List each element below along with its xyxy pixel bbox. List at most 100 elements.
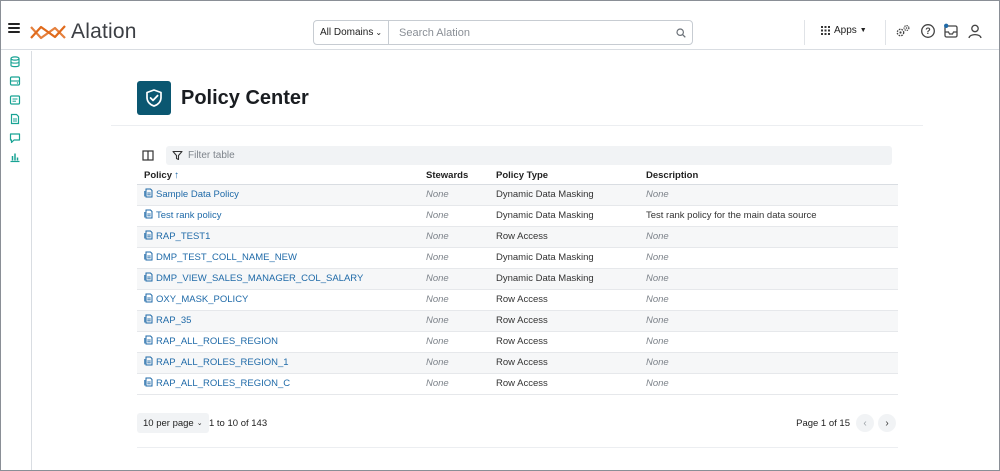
table-row[interactable]: RAP_TEST1 None Row Access None [137, 226, 898, 248]
top-navigation-bar: Alation All Domains ⌄ Apps ▼ [1, 1, 999, 50]
server-icon[interactable] [9, 74, 21, 86]
policy-shield-icon [137, 81, 171, 115]
per-page-label: 10 per page [143, 417, 194, 429]
description-cell: None [639, 247, 898, 269]
table-row[interactable]: RAP_ALL_ROLES_REGION_1 None Row Access None [137, 352, 898, 374]
page-header: Policy Center [137, 81, 309, 115]
chevron-down-icon: ⌄ [375, 28, 383, 37]
policy-document-icon [144, 251, 153, 264]
policy-document-icon [144, 188, 153, 201]
divider [885, 20, 886, 45]
policy-cell: Sample Data Policy [137, 184, 419, 206]
alation-logo[interactable]: Alation [29, 20, 137, 44]
filter-table-input[interactable] [188, 150, 488, 161]
per-page-selector[interactable]: 10 per page ⌄ [137, 413, 209, 433]
policy-link[interactable]: RAP_ALL_ROLES_REGION_C [156, 378, 290, 389]
policy-document-icon [144, 272, 153, 285]
policy-document-icon [144, 335, 153, 348]
domain-selector[interactable]: All Domains ⌄ [314, 21, 389, 44]
user-profile-icon[interactable] [967, 23, 983, 39]
search-input[interactable] [389, 22, 670, 43]
policy-cell: RAP_ALL_ROLES_REGION [137, 331, 419, 353]
apps-grid-icon [821, 26, 830, 35]
description-cell: None [639, 184, 898, 206]
table-row[interactable]: RAP_ALL_ROLES_REGION None Row Access None [137, 331, 898, 353]
policy-document-icon [144, 377, 153, 390]
table-row[interactable]: RAP_ALL_ROLES_REGION_C None Row Access None [137, 373, 898, 395]
menu-icon[interactable] [8, 23, 20, 35]
policy-link[interactable]: RAP_TEST1 [156, 231, 210, 242]
inbox-notification-icon[interactable] [943, 23, 959, 39]
table-toolbar [137, 146, 892, 165]
stewards-cell: None [419, 268, 489, 290]
column-header-policy[interactable]: Policy ↑ [137, 167, 419, 185]
table-row[interactable]: OXY_MASK_POLICY None Row Access None [137, 289, 898, 311]
policy-type-cell: Row Access [489, 289, 639, 311]
stewards-cell: None [419, 184, 489, 206]
divider [137, 447, 898, 448]
policy-document-icon [144, 209, 153, 222]
column-header-description[interactable]: Description [639, 167, 898, 185]
filter-box [166, 146, 892, 165]
policy-link[interactable]: Test rank policy [156, 210, 221, 221]
policy-table: Policy ↑ Stewards Policy Type Description… [137, 167, 898, 395]
policy-document-icon [144, 230, 153, 243]
stewards-cell: None [419, 331, 489, 353]
policy-document-icon [144, 293, 153, 306]
policy-cell: DMP_TEST_COLL_NAME_NEW [137, 247, 419, 269]
settings-gears-icon[interactable] [895, 23, 911, 39]
page-indicator: Page 1 of 15 [796, 418, 850, 429]
stewards-cell: None [419, 289, 489, 311]
policy-link[interactable]: OXY_MASK_POLICY [156, 294, 248, 305]
apps-label: Apps [834, 25, 857, 36]
catalog-icon[interactable] [9, 93, 21, 105]
policy-link[interactable]: RAP_ALL_ROLES_REGION [156, 336, 278, 347]
column-toggle-button[interactable] [137, 146, 159, 165]
policy-document-icon [144, 314, 153, 327]
policy-cell: RAP_ALL_ROLES_REGION_1 [137, 352, 419, 374]
column-header-policy-type[interactable]: Policy Type [489, 167, 639, 185]
svg-text:?: ? [925, 26, 931, 36]
description-cell: None [639, 331, 898, 353]
document-icon[interactable] [9, 112, 21, 125]
description-cell: None [639, 352, 898, 374]
policy-link[interactable]: Sample Data Policy [156, 189, 239, 200]
logo-text: Alation [71, 20, 137, 43]
next-page-button[interactable]: › [878, 414, 896, 432]
search-icon[interactable] [670, 27, 692, 38]
policy-type-cell: Row Access [489, 331, 639, 353]
policy-type-cell: Dynamic Data Masking [489, 184, 639, 206]
table-row[interactable]: DMP_TEST_COLL_NAME_NEW None Dynamic Data M… [137, 247, 898, 269]
app-window: Alation All Domains ⌄ Apps ▼ [0, 0, 1000, 471]
filter-icon [172, 150, 183, 161]
description-cell: None [639, 310, 898, 332]
table-row[interactable]: DMP_VIEW_SALES_MANAGER_COL_SALARY None Dyn… [137, 268, 898, 290]
chart-icon[interactable] [9, 150, 21, 163]
stewards-cell: None [419, 247, 489, 269]
table-row[interactable]: Test rank policy None Dynamic Data Masking… [137, 205, 898, 227]
description-cell: None [639, 373, 898, 395]
policy-link[interactable]: RAP_35 [156, 315, 191, 326]
description-cell: None [639, 289, 898, 311]
policy-cell: DMP_VIEW_SALES_MANAGER_COL_SALARY [137, 268, 419, 290]
table-body: Sample Data Policy None Dynamic Data Maski… [137, 184, 898, 395]
table-header-row: Policy ↑ Stewards Policy Type Description [137, 167, 898, 185]
previous-page-button[interactable]: ‹ [856, 414, 874, 432]
help-icon[interactable]: ? [920, 23, 936, 39]
database-icon[interactable] [9, 55, 21, 68]
sort-ascending-icon[interactable]: ↑ [174, 170, 179, 181]
pagination-bar: 10 per page ⌄ 1 to 10 of 143 Page 1 of 1… [137, 413, 898, 433]
policy-link[interactable]: RAP_ALL_ROLES_REGION_1 [156, 357, 289, 368]
table-row[interactable]: RAP_35 None Row Access None [137, 310, 898, 332]
policy-link[interactable]: DMP_TEST_COLL_NAME_NEW [156, 252, 297, 263]
side-navigation [1, 51, 32, 470]
page-title: Policy Center [181, 86, 309, 109]
policy-type-cell: Row Access [489, 310, 639, 332]
conversation-icon[interactable] [9, 131, 21, 144]
table-row[interactable]: Sample Data Policy None Dynamic Data Maski… [137, 184, 898, 206]
policy-link[interactable]: DMP_VIEW_SALES_MANAGER_COL_SALARY [156, 273, 363, 284]
apps-menu-button[interactable]: Apps ▼ [821, 25, 867, 36]
column-header-stewards[interactable]: Stewards [419, 167, 489, 185]
description-cell: None [639, 268, 898, 290]
caret-down-icon: ▼ [859, 27, 867, 34]
